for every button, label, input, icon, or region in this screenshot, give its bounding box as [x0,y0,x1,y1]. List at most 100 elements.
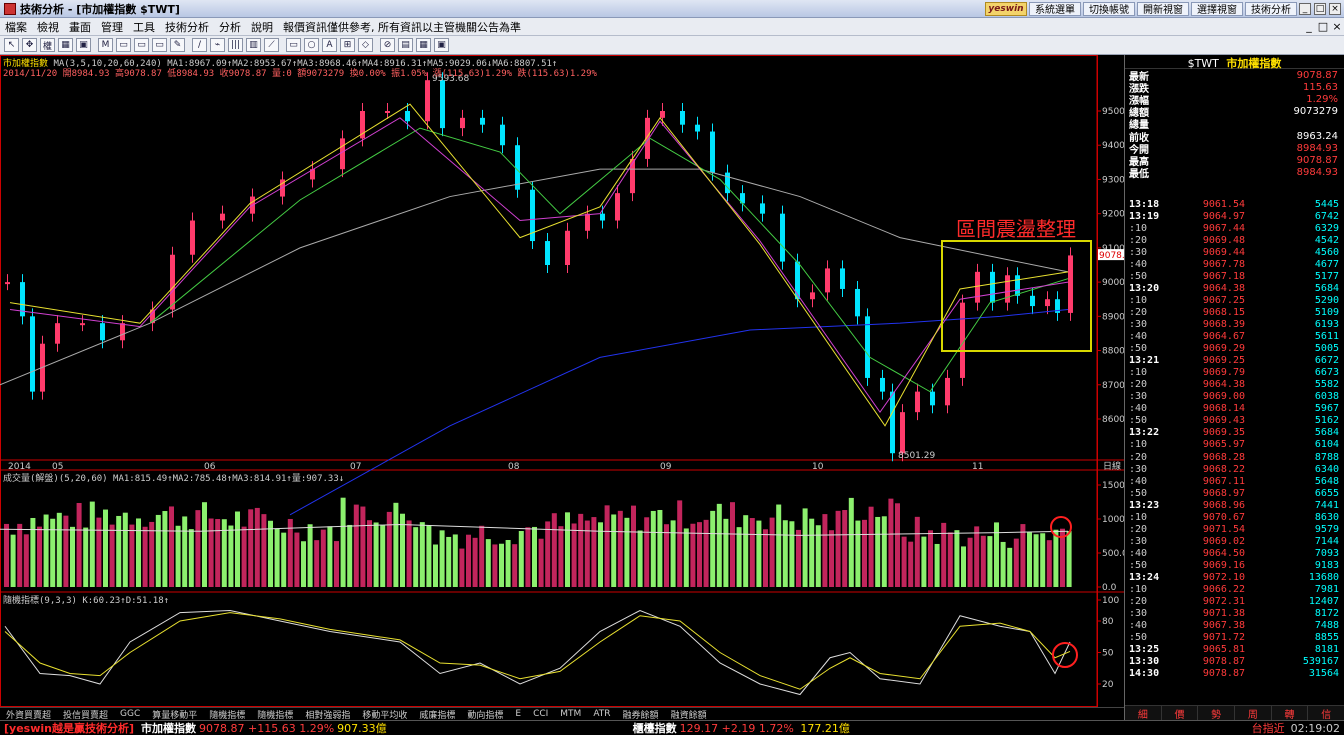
volume-bar [169,506,174,587]
candle-body [385,111,390,113]
toolbar-button[interactable]: 權 [40,38,55,52]
new-window-button[interactable]: 開新視窗 [1137,1,1189,16]
maximize-button[interactable]: □ [1314,2,1326,15]
toolbar-button[interactable]: ○ [304,38,319,52]
toolbar-button[interactable]: ▤ [398,38,413,52]
quote-tab[interactable]: 價 [1162,706,1199,721]
menu-help[interactable]: 說明 [246,19,278,35]
volume-bar [413,527,419,587]
indicator-tab[interactable]: 算量移動平 [146,708,203,721]
indicator-tab[interactable]: GGC [114,709,146,719]
indicator-tab[interactable]: CCI [527,709,554,719]
toolbar-button[interactable]: ⊞ [340,38,355,52]
volume-bar [202,502,207,587]
volume-bar [505,539,511,587]
tick-volume: 6038 [1314,391,1339,403]
toolbar-button[interactable]: ||| [228,38,243,52]
tick-row: 13:21 9069.25 6672 [1125,355,1344,367]
indicator-tab[interactable]: 移動平均收 [356,708,413,721]
indicator-tabs: 外資買賣超 投信買賣超 GGC 算量移動平 隨機指標 隨機指標 相對強弱指 移動平均收 威廉指標… [0,707,1124,721]
tick-row: :50 9069.29 5005 [1125,343,1344,355]
quote-tab[interactable]: 勢 [1198,706,1236,721]
toolbar-button[interactable]: ▣ [434,38,449,52]
indicator-tab[interactable]: 威廉指標 [413,708,461,721]
menu-tools[interactable]: 工具 [128,19,160,35]
volume-bar [1013,538,1019,587]
toolbar-button[interactable]: M [98,38,113,52]
indicator-tab[interactable]: 動向指標 [461,708,509,721]
indicator-tab[interactable]: 外資買賣超 [0,708,57,721]
toolbar-button[interactable]: ∕ [192,38,207,52]
volume-bar [89,501,95,587]
tick-price: 9064.38 [1202,379,1245,391]
toolbar-button[interactable]: ▣ [76,38,91,52]
tick-list[interactable]: 13:18 9061.54 5445 13:19 9064.97 6742:10 9067.… [1125,198,1344,680]
menu-analysis[interactable]: 分析 [214,19,246,35]
volume-bar [446,536,452,587]
toolbar-button[interactable]: ▦ [416,38,431,52]
toolbar-button[interactable]: ▥ [246,38,261,52]
tick-volume: 9579 [1314,523,1339,535]
date-axis-label: 08 [508,462,520,472]
indicator-tab[interactable]: 隨機指標 [251,708,299,721]
volume-bar [763,529,768,587]
mdi-minimize-button[interactable]: _ [1302,20,1316,33]
toolbar-button[interactable]: A [322,38,337,52]
quote-tab[interactable]: 周 [1235,706,1272,721]
toolbar-button[interactable]: ⌁ [210,38,225,52]
tick-row: :30 9068.22 6340 [1125,463,1344,475]
quote-tab[interactable]: 轉 [1272,706,1309,721]
tick-price: 9078.87 [1202,656,1245,668]
candle-body [710,131,715,173]
toolbar-button[interactable]: ✥ [22,38,37,52]
toolbar-button[interactable]: ⟋ [264,38,279,52]
toolbar-button[interactable]: ▭ [152,38,167,52]
volume-bar [261,514,267,587]
quote-tab[interactable]: 信 [1308,706,1344,721]
mdi-restore-button[interactable]: □ [1316,20,1330,33]
indicator-tab[interactable]: ATR [587,709,616,719]
tick-price: 9069.44 [1202,246,1245,258]
toolbar-button[interactable]: ▦ [58,38,73,52]
toolbar-button[interactable]: ▭ [116,38,131,52]
volume-bar [1027,532,1032,587]
futures-label[interactable]: 台指近 [1252,720,1285,735]
toolbar-button[interactable]: ✎ [170,38,185,52]
switch-account-button[interactable]: 切換帳號 [1083,1,1135,16]
toolbar-button[interactable]: ▭ [134,38,149,52]
range-annotation: 區間震盪整理 [956,217,1076,241]
menu-technical[interactable]: 技術分析 [160,19,214,35]
indicator-tab[interactable]: 融資餘額 [665,708,713,721]
tick-time: :40 [1129,620,1148,632]
volume-bar [129,524,135,587]
select-window-button[interactable]: 選擇視窗 [1191,1,1243,16]
technical-analysis-button[interactable]: 技術分析 [1245,1,1297,16]
indicator-tab[interactable]: 投信買賣超 [57,708,114,721]
toolbar-button[interactable]: ⊘ [380,38,395,52]
system-menu-button[interactable]: 系統選單 [1029,1,1081,16]
candle-body [480,117,485,125]
indicator-tab[interactable]: E [509,709,527,719]
toolbar-button[interactable]: ▭ [286,38,301,52]
toolbar-button[interactable]: ◇ [358,38,373,52]
chart-canvas[interactable]: 9500.09400.09300.09200.09100.09000.08900… [0,55,1124,707]
tick-price: 9067.18 [1202,270,1245,282]
volume-bar [76,502,82,587]
indicator-tab[interactable]: MTM [554,709,587,719]
menu-manage[interactable]: 管理 [96,19,128,35]
menu-file[interactable]: 檔案 [0,19,32,35]
toolbar-button[interactable]: ↖ [4,38,19,52]
indicator-tab[interactable]: 融券餘額 [617,708,665,721]
minimize-button[interactable]: _ [1299,2,1311,15]
tick-volume: 5967 [1314,403,1339,415]
mdi-close-button[interactable]: × [1330,20,1344,33]
indicator-tab[interactable]: 隨機指標 [203,708,251,721]
close-button[interactable]: × [1329,2,1341,15]
menu-view[interactable]: 檢視 [32,19,64,35]
indicator-tab[interactable]: 相對強弱指 [299,708,356,721]
quote-tab[interactable]: 細 [1125,706,1162,721]
chart-area[interactable]: 9500.09400.09300.09200.09100.09000.08900… [0,55,1124,720]
tick-price: 9068.15 [1202,306,1245,318]
menu-screen[interactable]: 畫面 [64,19,96,35]
candle-body [695,124,700,132]
